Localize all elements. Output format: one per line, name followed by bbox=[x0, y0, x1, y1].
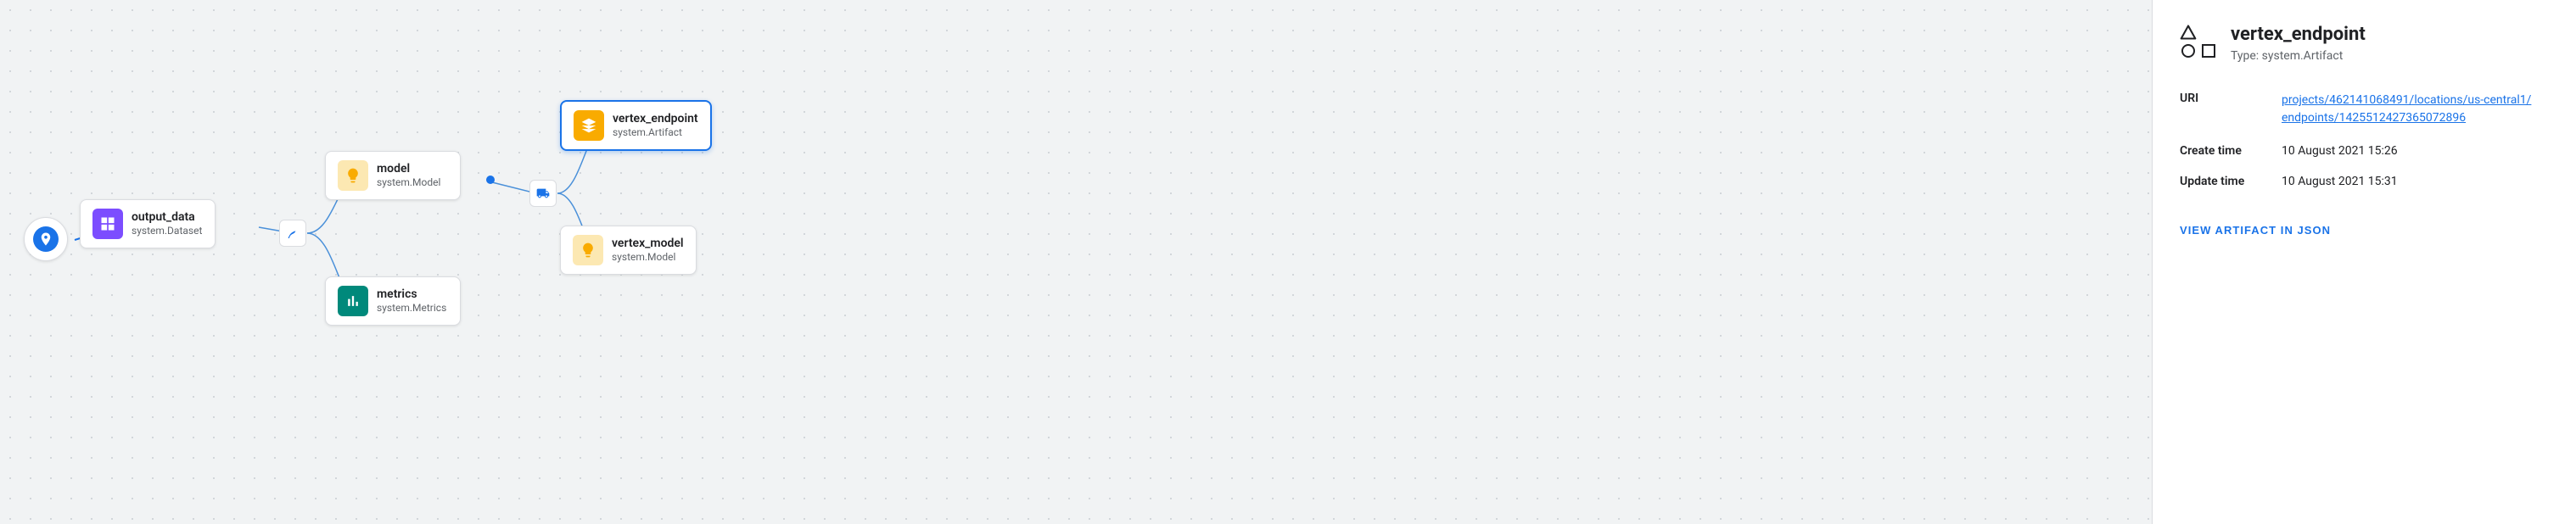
uri-row: URI projects/462141068491/locations/us-c… bbox=[2180, 83, 2549, 136]
metrics-type: system.Metrics bbox=[377, 302, 446, 315]
source-node[interactable] bbox=[24, 217, 68, 261]
metrics-node[interactable]: metrics system.Metrics bbox=[325, 276, 461, 326]
create-time-row: Create time 10 August 2021 15:26 bbox=[2180, 136, 2549, 166]
output-data-name: output_data bbox=[132, 209, 202, 225]
output-data-icon bbox=[92, 209, 123, 239]
detail-table: URI projects/462141068491/locations/us-c… bbox=[2180, 83, 2549, 197]
model-name: model bbox=[377, 161, 440, 176]
model-type: system.Model bbox=[377, 176, 440, 190]
create-time-value: 10 August 2021 15:26 bbox=[2282, 136, 2549, 166]
vertex-model-type: system.Model bbox=[612, 251, 684, 265]
circle-icon bbox=[2180, 44, 2197, 58]
uri-label: URI bbox=[2180, 83, 2282, 136]
create-time-label: Create time bbox=[2180, 136, 2282, 166]
output-data-type: system.Dataset bbox=[132, 225, 202, 238]
detail-panel: vertex_endpoint Type: system.Artifact UR… bbox=[2152, 0, 2576, 524]
detail-title-group: vertex_endpoint Type: system.Artifact bbox=[2231, 24, 2366, 63]
update-time-label: Update time bbox=[2180, 166, 2282, 197]
pipeline-canvas: output_data system.Dataset model system.… bbox=[0, 0, 2152, 524]
view-json-button[interactable]: VIEW ARTIFACT IN JSON bbox=[2180, 224, 2331, 237]
detail-title: vertex_endpoint bbox=[2231, 24, 2366, 46]
artifact-icon-shapes bbox=[2180, 24, 2217, 58]
connector-box-2[interactable] bbox=[529, 180, 557, 207]
connector-box-1[interactable] bbox=[279, 220, 306, 247]
vertex-model-name: vertex_model bbox=[612, 236, 684, 251]
update-time-value: 10 August 2021 15:31 bbox=[2282, 166, 2549, 197]
metrics-icon bbox=[338, 286, 368, 316]
source-node-icon bbox=[33, 226, 59, 252]
vertex-model-icon bbox=[573, 235, 603, 265]
triangle-icon bbox=[2180, 24, 2197, 41]
update-time-row: Update time 10 August 2021 15:31 bbox=[2180, 166, 2549, 197]
vertex-model-node[interactable]: vertex_model system.Model bbox=[560, 226, 697, 275]
vertex-endpoint-type: system.Artifact bbox=[613, 126, 698, 140]
output-data-node[interactable]: output_data system.Dataset bbox=[80, 199, 216, 248]
metrics-name: metrics bbox=[377, 287, 446, 302]
model-icon bbox=[338, 160, 368, 191]
detail-header: vertex_endpoint Type: system.Artifact bbox=[2180, 24, 2549, 63]
detail-icon-group bbox=[2180, 24, 2217, 58]
detail-subtitle: Type: system.Artifact bbox=[2231, 49, 2366, 63]
square-icon bbox=[2200, 44, 2217, 58]
model-node[interactable]: model system.Model bbox=[325, 151, 461, 200]
uri-link[interactable]: projects/462141068491/locations/us-centr… bbox=[2282, 92, 2536, 127]
vertex-endpoint-name: vertex_endpoint bbox=[613, 111, 698, 126]
pipeline-connections bbox=[0, 0, 2152, 524]
vertex-endpoint-node[interactable]: vertex_endpoint system.Artifact bbox=[560, 100, 712, 151]
vertex-endpoint-icon bbox=[574, 110, 604, 141]
